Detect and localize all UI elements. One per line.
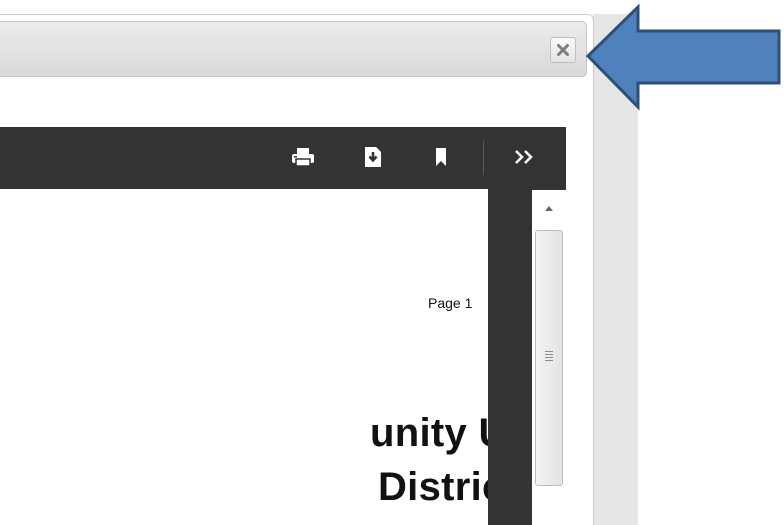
scrollbar-thumb[interactable] — [535, 230, 563, 486]
more-tools-button[interactable] — [508, 145, 542, 173]
download-icon — [364, 146, 382, 173]
close-icon — [556, 43, 570, 57]
dialog-titlebar-bar — [0, 21, 587, 77]
double-chevron-right-icon — [514, 149, 536, 170]
toolbar-separator — [483, 141, 484, 175]
close-button[interactable] — [550, 37, 576, 63]
pdf-viewer: Page 1 unity Unit District 300 — [0, 127, 566, 525]
print-button[interactable] — [288, 145, 318, 173]
pdf-toolbar — [0, 127, 566, 189]
dialog-titlebar — [0, 14, 594, 84]
printer-icon — [291, 147, 315, 172]
bookmark-button[interactable] — [431, 145, 451, 173]
annotation-arrow-icon — [583, 3, 783, 114]
grip-icon — [545, 351, 553, 363]
download-button[interactable] — [360, 145, 386, 173]
page-number-label: Page 1 — [428, 295, 473, 311]
document-heading-line-2: District 300 — [378, 465, 488, 509]
screenshot: Page 1 unity Unit District 300 — [0, 0, 784, 525]
scroll-up-button[interactable] — [535, 196, 563, 220]
pdf-page: Page 1 unity Unit District 300 — [0, 189, 488, 525]
arrow-up-icon — [544, 199, 554, 217]
document-heading-line-1: unity Unit — [370, 411, 488, 455]
bookmark-icon — [435, 147, 447, 172]
